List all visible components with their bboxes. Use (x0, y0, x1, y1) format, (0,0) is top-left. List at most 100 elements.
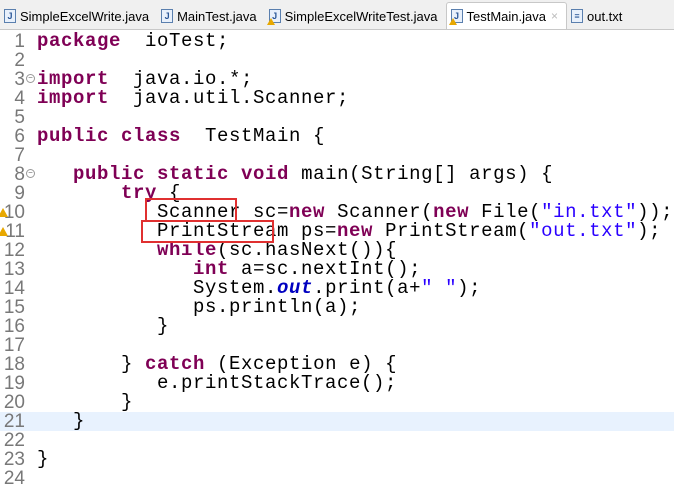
code-token: java.util.Scanner; (109, 87, 350, 109)
fold-toggle-icon[interactable]: − (26, 169, 35, 178)
tab-label: TestMain.java (466, 8, 546, 24)
text-file-icon: ≡ (571, 9, 583, 23)
code-line: 24 (0, 469, 674, 488)
line-number: 9 (14, 183, 25, 204)
line-number: 5 (14, 107, 25, 128)
line-number: 17 (3, 335, 25, 356)
warning-icon (0, 227, 8, 236)
code-editor[interactable]: 24 23} 22 21 } 20 } 19 e.printStackTrace(); 18… (0, 30, 674, 488)
line-number: 16 (3, 316, 25, 337)
code-text: } (37, 393, 133, 412)
code-token: PrintStream( (373, 220, 530, 242)
code-text: } (37, 450, 49, 469)
keyword-token: package (37, 30, 122, 52)
code-token: } (37, 448, 50, 470)
keyword-token: int (193, 258, 230, 280)
code-line: 5 (0, 108, 674, 127)
code-line: 18 } catch (Exception e) { (0, 354, 674, 375)
keyword-token: public class (37, 125, 182, 147)
line-number: 7 (14, 145, 25, 166)
java-file-icon: J (4, 9, 16, 23)
code-text: Scanner sc=new Scanner(new File("in.txt"… (37, 203, 673, 222)
line-number: 8 (14, 164, 25, 185)
close-tab-icon[interactable]: × (551, 9, 558, 23)
code-line: 6 public class TestMain { (0, 125, 674, 147)
tab-label: SimpleExcelWrite.java (20, 8, 150, 24)
tab-label: MainTest.java (177, 8, 257, 24)
code-line: 3− import java.io.*; (0, 70, 674, 90)
java-file-icon: J (161, 9, 174, 23)
code-line: 4 import java.util.Scanner; (0, 88, 674, 109)
code-line: 1 package ioTest; (0, 32, 674, 52)
code-line: 19 e.printStackTrace(); (0, 372, 674, 394)
code-line: 20 } (0, 393, 674, 413)
code-token: main(String[] args) { (289, 163, 554, 185)
keyword-token: new (433, 201, 470, 223)
line-number: 12 (3, 240, 25, 261)
string-token: " " (421, 277, 458, 299)
code-text: System.out.print(a+" "); (37, 279, 481, 298)
fold-toggle-icon[interactable]: − (26, 74, 35, 83)
tab-out-txt[interactable]: ≡ out.txt (567, 3, 630, 29)
tab-maintest-java[interactable]: J MainTest.java (157, 3, 264, 29)
line-number: 24 (3, 468, 25, 489)
code-line: 22 (0, 431, 674, 450)
code-text: import java.io.*; (37, 70, 253, 89)
code-text: ps.println(a); (37, 298, 361, 317)
highlight-box-printstream (141, 220, 274, 243)
code-line: 14 System.out.print(a+" "); (0, 278, 674, 299)
code-line: 11 PrintStream ps=new PrintStream("out.t… (0, 222, 674, 241)
line-number: 6 (14, 126, 25, 147)
code-token: )); (637, 201, 674, 223)
code-line: 23} (0, 449, 674, 470)
line-number: 15 (3, 297, 25, 318)
code-text: public static void main(String[] args) { (37, 165, 553, 184)
code-token: .print(a+ (313, 277, 422, 299)
line-number: 4 (14, 88, 25, 109)
tab-testmain-java[interactable]: J TestMain.java × (445, 2, 567, 29)
code-line: 7 (0, 146, 674, 165)
code-text: package ioTest; (37, 32, 229, 51)
line-number: 19 (3, 373, 25, 394)
code-token: a=sc.nextInt(); (229, 258, 422, 280)
code-token: } (37, 353, 146, 375)
java-file-icon: J (266, 9, 281, 25)
tab-simpleexcelwrite-java[interactable]: J SimpleExcelWrite.java (0, 3, 157, 29)
code-text: while(sc.hasNext()){ (37, 241, 397, 260)
code-text: } catch (Exception e) { (37, 355, 397, 374)
line-number: 18 (3, 354, 25, 375)
code-text: PrintStream ps=new PrintStream("out.txt"… (37, 222, 661, 241)
code-line: 15 ps.println(a); (0, 297, 674, 318)
line-number: 23 (3, 449, 25, 470)
tab-label: out.txt (587, 8, 623, 24)
code-token: TestMain { (181, 125, 326, 147)
code-token: out (277, 277, 314, 299)
tab-label: SimpleExcelWriteTest.java (284, 8, 438, 24)
code-line: 16 } (0, 316, 674, 337)
code-line: 2 (0, 51, 674, 70)
string-token: "in.txt" (541, 201, 638, 223)
keyword-token: public static void (73, 163, 290, 185)
code-token: ps.println(a); (37, 296, 362, 318)
highlight-box-scanner (145, 198, 237, 222)
keyword-token: new (337, 220, 374, 242)
code-text: int a=sc.nextInt(); (37, 260, 421, 279)
code-line: 12 while(sc.hasNext()){ (0, 240, 674, 261)
tab-simpleexcelwritetest-java[interactable]: J SimpleExcelWriteTest.java (265, 3, 446, 29)
code-text: } (37, 317, 169, 336)
code-text: import java.util.Scanner; (37, 89, 349, 108)
code-token: e.printStackTrace(); (37, 372, 398, 394)
code-line: 10 Scanner sc=new Scanner(new File("in.t… (0, 203, 674, 222)
warning-icon (0, 208, 8, 217)
code-token: ioTest; (121, 30, 230, 52)
line-number: 14 (3, 278, 25, 299)
code-token: Scanner( (325, 201, 434, 223)
code-token: } (37, 315, 170, 337)
line-number: 21 (3, 411, 25, 432)
line-number: 13 (3, 259, 25, 280)
code-token: System. (37, 277, 278, 299)
